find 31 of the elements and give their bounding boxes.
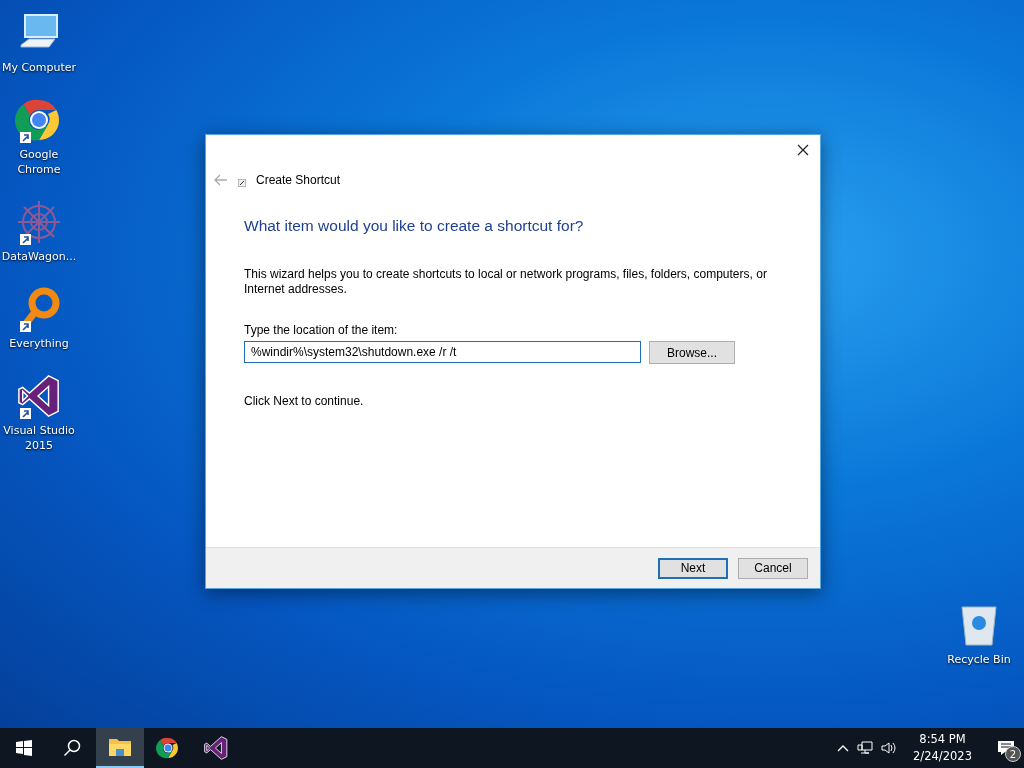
visual-studio-icon	[16, 373, 62, 419]
shortcut-icon	[238, 179, 246, 187]
wizard-title: Create Shortcut	[256, 173, 341, 187]
speaker-icon[interactable]	[881, 741, 898, 755]
notification-count: 2	[1005, 746, 1021, 762]
taskbar-button[interactable]	[96, 728, 144, 768]
desktop-icon-label[interactable]: Recycle Bin	[940, 652, 1018, 667]
description-text: This wizard helps you to create shortcuts to local or network programs, files, folders, computers, or Internet addresses.	[244, 267, 768, 297]
desktop-icon-label[interactable]: DataWagon...	[0, 249, 78, 264]
folder-icon	[108, 737, 132, 757]
desktop-icon-label[interactable]: My Computer	[0, 60, 78, 75]
browse-button[interactable]: Browse...	[649, 341, 735, 364]
recycle-bin-icon	[959, 603, 999, 647]
desktop-icon-label[interactable]: Visual Studio 2015	[0, 423, 78, 453]
clock-date[interactable]: 2/24/2023	[913, 748, 972, 765]
chevron-up-icon[interactable]	[837, 744, 850, 752]
visual-studio-icon	[203, 735, 229, 761]
clock-time[interactable]: 8:54 PM	[919, 731, 966, 748]
instruction-text: Click Next to continue.	[244, 394, 364, 408]
desktop-icon-label[interactable]: Everything	[0, 336, 78, 351]
windows-icon	[16, 740, 32, 756]
network-icon[interactable]	[857, 741, 874, 755]
desktop-icon-label[interactable]: Google Chrome	[0, 147, 78, 177]
dialog-button[interactable]: Cancel	[738, 557, 808, 579]
snowflake-icon	[16, 199, 62, 245]
field-label: Type the location of the item:	[244, 323, 398, 337]
search-icon	[63, 739, 81, 757]
dialog-button[interactable]: Next	[658, 557, 728, 579]
wizard-heading: What item would you like to create a shortcut for?	[244, 217, 585, 235]
chrome-icon	[156, 736, 180, 760]
location-field[interactable]: %windir%\system32\shutdown.exe /r /t	[244, 341, 641, 363]
